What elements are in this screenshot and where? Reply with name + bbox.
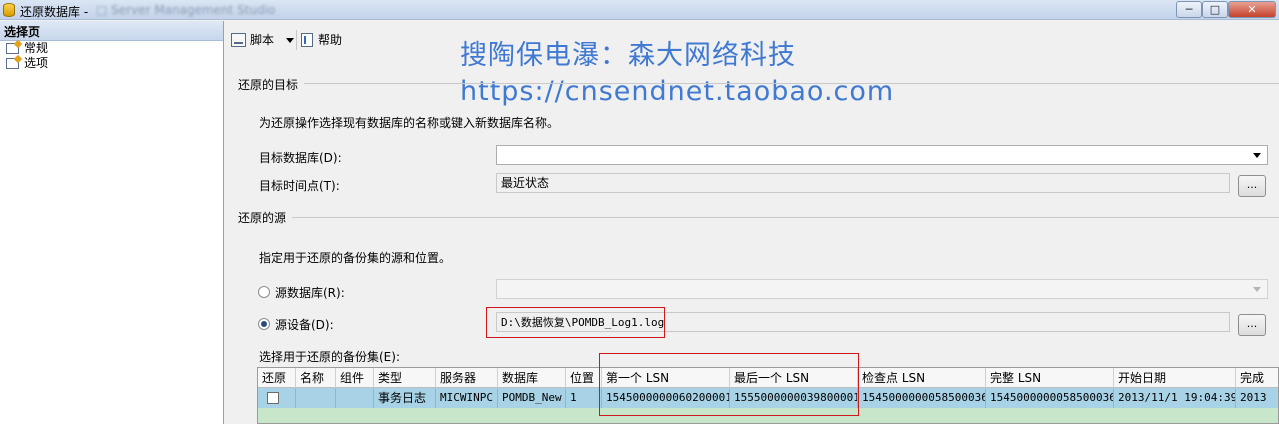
server-cell: MICWINPC [436,388,498,408]
script-label: 脚本 [250,33,275,47]
target-db-combo[interactable] [496,145,1268,165]
position-cell: 1 [566,388,602,408]
last-lsn-cell: 1555000000039800001 [730,388,858,408]
help-label: 帮助 [318,33,343,47]
col-header-finish[interactable]: 完成 [1236,368,1278,388]
start-date-cell: 2013/11/1 19:04:39 [1114,388,1236,408]
table-row[interactable]: 事务日志 MICWINPC POMDB_New 1 15450000000602… [258,388,1278,408]
section-divider [238,83,1279,84]
restore-cell[interactable] [258,388,296,408]
nav-item-label: 选项 [24,56,49,70]
first-lsn-cell: 1545000000060200001 [602,388,730,408]
col-header-first-lsn[interactable]: 第一个 LSN [602,368,730,388]
chevron-down-icon [1253,287,1261,292]
window-title-app: □ Server Management Studio [96,3,276,17]
col-header-database[interactable]: 数据库 [498,368,566,388]
grid-header: 还原 名称 组件 类型 服务器 数据库 位置 第一个 LSN 最后一个 LSN … [258,368,1278,388]
col-header-server[interactable]: 服务器 [436,368,498,388]
script-button[interactable]: 脚本 [231,31,294,49]
restore-target-description: 为还原操作选择现有数据库的名称或键入新数据库名称。 [259,116,560,130]
full-lsn-cell: 1545000000058500036 [986,388,1114,408]
select-page-pane: 选择页 常规 选项 [0,21,224,424]
window-title: 还原数据库 - [20,5,89,19]
page-settings-icon [6,58,19,69]
source-db-combo[interactable] [496,279,1268,299]
database-icon [3,3,15,17]
backup-sets-label: 选择用于还原的备份集(E): [259,350,400,364]
name-cell [296,388,336,408]
source-db-radio[interactable] [258,286,270,298]
restore-checkbox[interactable] [267,392,279,404]
chevron-down-icon [1253,153,1261,158]
watermark-url: https://cnsendnet.taobao.com [460,76,895,107]
type-cell: 事务日志 [374,388,436,408]
nav-item-label: 常规 [24,41,49,55]
source-device-field: D:\数据恢复\POMDB_Log1.log [496,312,1230,332]
watermark-text: 搜陶保电瀑：森大网络科技 [460,40,796,71]
source-db-label: 源数据库(R): [275,286,345,300]
close-button[interactable]: ✕ [1228,1,1276,18]
maximize-button[interactable]: □ [1202,1,1228,18]
section-divider [238,217,1279,218]
target-db-label: 目标数据库(D): [259,151,342,165]
target-time-label: 目标时间点(T): [259,179,340,193]
main-panel: 脚本 帮助 搜陶保电瀑：森大网络科技 https://cnsendnet.tao… [225,21,1279,424]
help-button[interactable]: 帮助 [301,31,351,49]
backup-sets-grid[interactable]: 还原 名称 组件 类型 服务器 数据库 位置 第一个 LSN 最后一个 LSN … [257,367,1279,424]
restore-target-title: 还原的目标 [238,76,305,93]
select-page-header: 选择页 [0,21,223,41]
checkpoint-lsn-cell: 1545000000058500036 [858,388,986,408]
page-settings-icon [6,43,19,54]
component-cell [336,388,374,408]
col-header-full-lsn[interactable]: 完整 LSN [986,368,1114,388]
restore-source-title: 还原的源 [238,209,293,226]
target-time-field: 最近状态 [496,173,1230,193]
database-cell: POMDB_New [498,388,566,408]
minimize-button[interactable]: ─ [1176,1,1202,18]
col-header-position[interactable]: 位置 [566,368,602,388]
help-icon [301,33,313,47]
col-header-component[interactable]: 组件 [336,368,374,388]
source-device-browse-button[interactable]: ... [1238,314,1266,336]
col-header-checkpoint-lsn[interactable]: 检查点 LSN [858,368,986,388]
source-device-value: D:\数据恢复\POMDB_Log1.log [501,316,665,329]
source-device-radio[interactable] [258,318,270,330]
target-time-value: 最近状态 [501,176,550,190]
col-header-type[interactable]: 类型 [374,368,436,388]
col-header-restore[interactable]: 还原 [258,368,296,388]
nav-item-general[interactable]: 常规 [0,41,223,56]
col-header-start-date[interactable]: 开始日期 [1114,368,1236,388]
finish-cell: 2013 [1236,388,1278,408]
col-header-name[interactable]: 名称 [296,368,336,388]
script-icon [231,33,246,47]
toolbar-separator [296,30,297,50]
target-time-browse-button[interactable]: ... [1238,175,1266,197]
col-header-last-lsn[interactable]: 最后一个 LSN [730,368,858,388]
source-device-label: 源设备(D): [275,318,334,332]
nav-item-options[interactable]: 选项 [0,56,223,71]
chevron-down-icon [286,38,294,43]
restore-source-description: 指定用于还原的备份集的源和位置。 [259,251,452,265]
title-bar: 还原数据库 - □ Server Management Studio ─ □ ✕ [0,0,1279,20]
